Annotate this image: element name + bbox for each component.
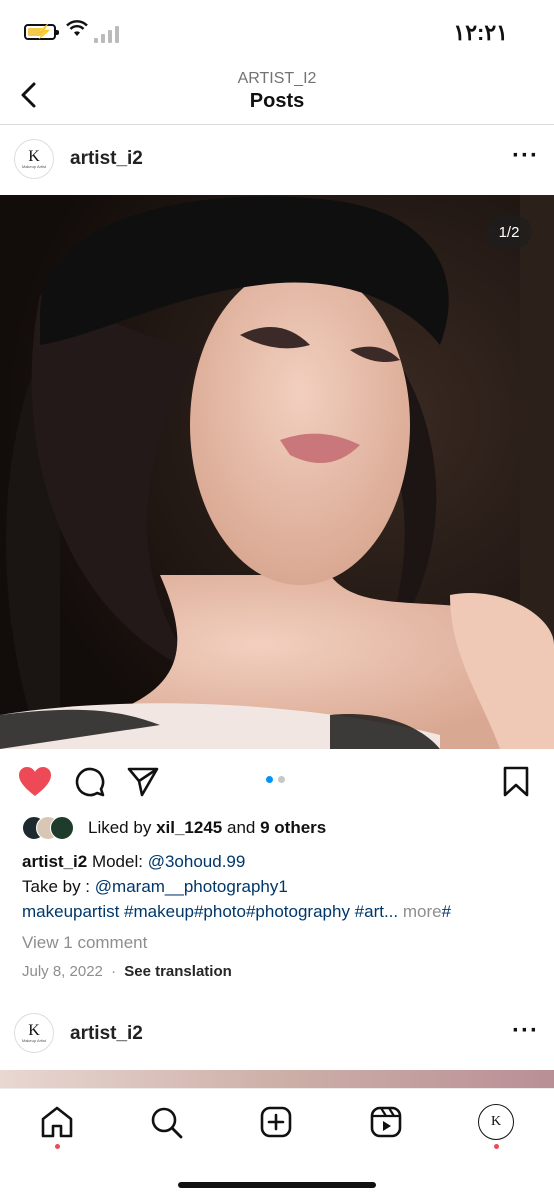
header-subtitle: ARTIST_I2 xyxy=(237,70,317,87)
heart-filled-icon xyxy=(19,767,51,796)
comment-button[interactable] xyxy=(74,766,106,803)
more-options-icon[interactable]: ··· xyxy=(512,142,539,170)
mention-link[interactable]: @3ohoud.99 xyxy=(148,852,246,871)
image-counter-badge: 1/2 xyxy=(486,216,532,248)
tab-search[interactable] xyxy=(150,1106,184,1145)
post-meta: July 8, 2022 · See translation xyxy=(22,963,232,980)
cellular-signal-icon xyxy=(94,26,119,43)
liked-by-text: Liked by xil_1245 and 9 others xyxy=(88,818,327,837)
caption-line-3: makeupartist #makeup#photo#photography #… xyxy=(22,902,452,921)
create-icon xyxy=(260,1106,292,1138)
notification-dot xyxy=(494,1144,499,1149)
tab-home[interactable] xyxy=(40,1106,74,1149)
bookmark-icon xyxy=(503,766,529,797)
view-comments-link[interactable]: View 1 comment xyxy=(22,933,147,953)
like-button[interactable] xyxy=(18,766,52,803)
post-username[interactable]: artist_i2 xyxy=(70,148,143,170)
post-image[interactable] xyxy=(0,195,554,749)
next-post-image[interactable] xyxy=(0,1070,554,1088)
share-button[interactable] xyxy=(126,766,160,803)
next-post-avatar[interactable]: K Makeup Artist xyxy=(14,1013,54,1053)
pagination-dot-active xyxy=(266,776,273,783)
notification-dot xyxy=(55,1144,60,1149)
tab-create[interactable] xyxy=(260,1106,294,1145)
header-divider xyxy=(0,124,554,125)
caption-line-1: artist_i2 Model: @3ohoud.99 xyxy=(22,852,246,871)
liked-by-others-link[interactable]: 9 others xyxy=(260,818,326,837)
wifi-icon xyxy=(66,20,88,43)
reels-icon xyxy=(370,1106,402,1138)
send-icon xyxy=(127,767,159,797)
pagination-dot xyxy=(278,776,285,783)
home-icon xyxy=(41,1106,73,1138)
post-avatar[interactable]: K Makeup Artist xyxy=(14,139,54,179)
carousel-indicator xyxy=(266,776,285,783)
avatar xyxy=(50,816,74,840)
caption-username[interactable]: artist_i2 xyxy=(22,852,87,871)
status-time: ١٢:٢١ xyxy=(453,20,508,45)
mention-link[interactable]: @maram__photography1 xyxy=(95,877,288,896)
battery-icon: ⚡ xyxy=(24,23,59,40)
see-translation-link[interactable]: See translation xyxy=(124,963,232,980)
page-title: Posts xyxy=(249,90,305,112)
liker-avatars[interactable] xyxy=(22,816,82,840)
hashtags[interactable]: makeupartist #makeup#photo#photography #… xyxy=(22,902,398,921)
caption-line-2: Take by : @maram__photography1 xyxy=(22,877,288,896)
more-options-icon[interactable]: ··· xyxy=(512,1017,539,1045)
save-button[interactable] xyxy=(502,766,530,803)
more-link[interactable]: more xyxy=(403,902,442,921)
search-icon xyxy=(151,1107,183,1139)
post-date: July 8, 2022 xyxy=(22,963,103,980)
profile-avatar: K xyxy=(478,1104,514,1140)
next-post-username[interactable]: artist_i2 xyxy=(70,1023,143,1045)
comment-icon xyxy=(75,767,105,797)
tab-profile[interactable]: K xyxy=(478,1104,514,1149)
liked-by-user-link[interactable]: xil_1245 xyxy=(156,818,222,837)
tab-reels[interactable] xyxy=(370,1106,404,1145)
home-indicator xyxy=(178,1182,376,1188)
